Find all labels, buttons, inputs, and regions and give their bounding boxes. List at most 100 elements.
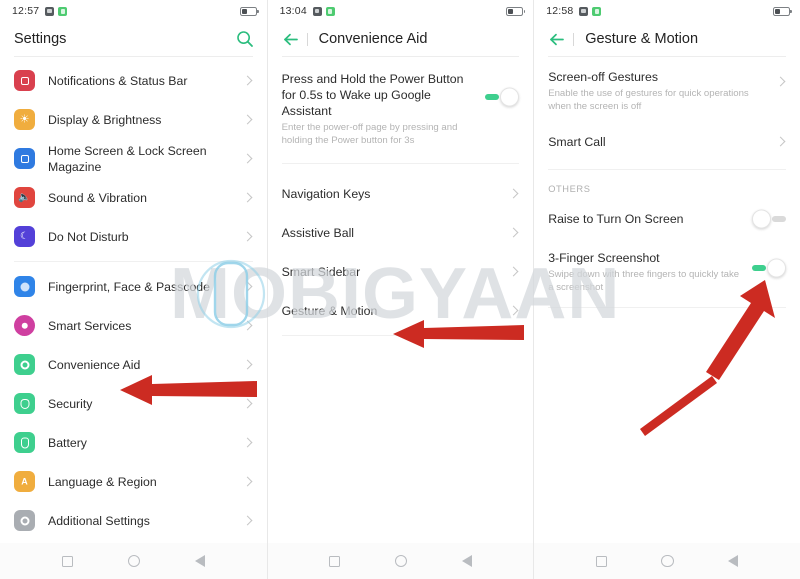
battery-low-icon (239, 6, 259, 16)
header-divider-line (306, 32, 308, 46)
gear-icon (14, 510, 35, 531)
screenshot-icon (45, 6, 55, 16)
sidebar-item-label: Security (48, 396, 93, 411)
fingerprint-face-icon (14, 276, 35, 297)
chevron-right-icon (242, 114, 253, 125)
toggle-knob (751, 209, 771, 228)
settings-header: Settings (0, 22, 267, 56)
chevron-right-icon (508, 305, 519, 316)
recents-square-icon[interactable] (61, 555, 73, 567)
status-bar: 12:58 (534, 0, 800, 22)
sidebar-item-sound[interactable]: 🔈 Sound & Vibration (0, 178, 267, 217)
list-item-raise-to-turn-on-screen[interactable]: Raise to Turn On Screen (534, 199, 800, 238)
chevron-right-icon (508, 227, 519, 238)
convenience-aid-header: Convenience Aid (268, 22, 534, 56)
list-separator (14, 261, 253, 262)
settings-list: Notifications & Status Bar ☀ Display & B… (0, 57, 267, 540)
list-item-label: Gesture & Motion (281, 303, 378, 318)
status-time: 12:58 (546, 5, 574, 17)
sidebar-item-convenience-aid[interactable]: Convenience Aid (0, 345, 267, 384)
home-circle-icon[interactable] (394, 554, 408, 568)
app-green-icon (58, 6, 68, 16)
chevron-right-icon (242, 153, 253, 164)
list-item-smart-call[interactable]: Smart Call (534, 122, 800, 161)
raise-to-turn-on-screen-toggle[interactable] (751, 209, 786, 229)
app-green-icon (325, 6, 335, 16)
list-item-3-finger-screenshot[interactable]: 3-Finger Screenshot Swipe down with thre… (534, 244, 800, 297)
list-separator (281, 335, 520, 336)
sidebar-item-battery[interactable]: Battery (0, 423, 267, 462)
search-icon[interactable] (235, 29, 255, 49)
recents-square-icon[interactable] (595, 555, 607, 567)
sidebar-item-security[interactable]: Security (0, 384, 267, 423)
page-title: Settings (14, 31, 67, 47)
back-arrow-icon[interactable] (548, 32, 565, 47)
battery-low-icon (772, 6, 792, 16)
sidebar-item-fingerprint[interactable]: Fingerprint, Face & Passcode (0, 267, 267, 306)
do-not-disturb-icon: ☾ (14, 226, 35, 247)
sidebar-item-label: Fingerprint, Face & Passcode (48, 279, 210, 294)
status-time: 12:57 (12, 5, 40, 17)
list-separator (281, 163, 520, 164)
home-circle-icon[interactable] (127, 554, 141, 568)
recents-square-icon[interactable] (328, 555, 340, 567)
sidebar-item-display[interactable]: ☀ Display & Brightness (0, 100, 267, 139)
screenshot-icon (312, 6, 322, 16)
battery-settings-icon (14, 432, 35, 453)
sidebar-item-smart-services[interactable]: Smart Services (0, 306, 267, 345)
sidebar-item-home-screen[interactable]: Home Screen & Lock Screen Magazine (0, 139, 267, 178)
chevron-right-icon (508, 266, 519, 277)
group-header-others: OTHERS (548, 184, 591, 194)
sidebar-item-additional-settings[interactable]: Additional Settings (0, 501, 267, 540)
navigation-bar (267, 543, 534, 579)
sidebar-item-label: Do Not Disturb (48, 229, 129, 244)
back-arrow-icon[interactable] (282, 32, 299, 47)
list-item-power-button-assistant[interactable]: Press and Hold the Power Button for 0.5s… (268, 61, 534, 153)
notifications-icon (14, 70, 35, 91)
home-circle-icon[interactable] (661, 554, 674, 568)
list-item-gesture-motion[interactable]: Gesture & Motion (268, 291, 534, 330)
page-title: Gesture & Motion (585, 31, 699, 47)
back-triangle-icon[interactable] (461, 555, 472, 567)
gesture-motion-list: Screen-off Gestures Enable the use of ge… (534, 57, 800, 308)
sidebar-item-label: Convenience Aid (48, 357, 141, 372)
list-item-smart-sidebar[interactable]: Smart Sidebar (268, 252, 534, 291)
sidebar-item-do-not-disturb[interactable]: ☾ Do Not Disturb (0, 217, 267, 256)
screenshot-root: 12:57 Settings Notifications & Status Ba… (0, 0, 800, 579)
chevron-right-icon (242, 281, 253, 292)
list-item-navigation-keys[interactable]: Navigation Keys (268, 174, 534, 213)
list-item-label: Screen-off Gestures Enable the use of ge… (548, 69, 771, 113)
chevron-right-icon (242, 515, 253, 526)
status-icons (45, 6, 68, 16)
sound-icon: 🔈 (14, 187, 35, 208)
list-item-label: Raise to Turn On Screen (548, 211, 684, 226)
status-icons (579, 6, 602, 16)
sidebar-item-label: Home Screen & Lock Screen Magazine (48, 143, 207, 174)
battery-low-icon (506, 6, 526, 16)
sidebar-item-label: Notifications & Status Bar (48, 73, 188, 88)
back-triangle-icon[interactable] (728, 555, 739, 567)
back-triangle-icon[interactable] (195, 555, 206, 567)
sidebar-item-notifications[interactable]: Notifications & Status Bar (0, 61, 267, 100)
list-item-label: Press and Hold the Power Button for 0.5s… (282, 71, 478, 147)
list-item-subtitle: Enter the power-off page by pressing and… (281, 122, 458, 146)
sidebar-item-language[interactable]: A Language & Region (0, 462, 267, 501)
toggle-bar (485, 94, 500, 100)
list-item-subtitle: Swipe down with three fingers to quickly… (548, 269, 740, 293)
list-item-screen-off-gestures[interactable]: Screen-off Gestures Enable the use of ge… (534, 61, 800, 116)
three-finger-screenshot-toggle[interactable] (751, 258, 786, 278)
toggle-knob (500, 87, 520, 107)
list-item-subtitle: Enable the use of gestures for quick ope… (548, 88, 749, 112)
header-divider-line (573, 32, 575, 46)
navigation-bar (534, 543, 800, 579)
power-button-assistant-toggle[interactable] (485, 87, 520, 107)
list-item-assistive-ball[interactable]: Assistive Ball (268, 213, 534, 252)
toggle-bar (771, 215, 786, 222)
chevron-right-icon (242, 192, 253, 203)
app-green-icon (592, 6, 602, 16)
page-title: Convenience Aid (318, 31, 428, 47)
chevron-right-icon (242, 320, 253, 331)
list-item-label: Smart Sidebar (281, 264, 361, 279)
screenshot-icon (579, 6, 589, 16)
phone-panel-gesture-motion: 12:58 Gesture & Motion Screen-off Gestur… (533, 0, 800, 579)
